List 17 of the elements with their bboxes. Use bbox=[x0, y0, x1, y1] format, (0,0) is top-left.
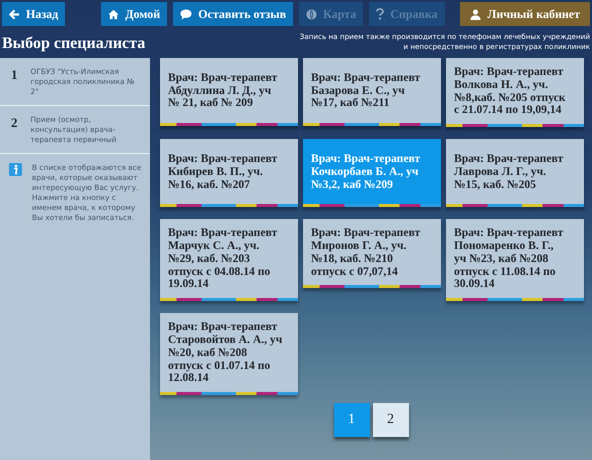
doctor-button[interactable]: Врач: Врач-терапевт Абдуллина Л. Д., уч № 21, каб № 209 bbox=[160, 58, 298, 126]
doctor-button[interactable]: Врач: Врач-терапевт Базарова Е. С., уч №17, каб №211 bbox=[303, 58, 441, 126]
page-title: Выбор специалиста bbox=[2, 35, 146, 53]
account-button[interactable]: Личный кабинет bbox=[460, 2, 590, 26]
toolbar-button[interactable]: Домой bbox=[101, 2, 168, 26]
toolbar-button[interactable]: Назад bbox=[2, 2, 66, 26]
doctor-button[interactable]: Врач: Врач-терапевт Пономаренко В. Г., уч №23, каб №208 отпуск с 11.08.14 по 30.09.14 bbox=[446, 219, 584, 302]
doctor-button[interactable]: Врач: Врач-терапевт Кибирев В. П., уч. №16, каб. №207 bbox=[160, 139, 298, 208]
toolbar-button[interactable]: Оставить отзыв bbox=[173, 2, 294, 26]
doctor-button[interactable]: Врач: Врач-терапевт Старовойтов А. А., уч №20, каб №208 отпуск с 01.07.14 по 12.08.14 bbox=[160, 313, 298, 396]
doctor-button[interactable]: Врач: Врач-терапевт Миронов Г. А., уч. №18, каб. №210 отпуск с 07,07,14 bbox=[303, 219, 441, 288]
step-number: 1 bbox=[11, 67, 18, 84]
step-number: 2 bbox=[11, 115, 18, 132]
doctor-button[interactable]: Врач: Врач-терапевт Лаврова Л. Г., уч. №15, каб. №205 bbox=[446, 139, 584, 208]
doctor-button[interactable]: Врач: Врач-терапевт Волкова Н. А., уч. №8,каб. №205 отпуск с 21.07.14 по 19,09,14 bbox=[446, 58, 584, 128]
doctor-button[interactable]: Врач: Врач-терапевт Марчук С. А., уч. №29, каб. №203 отпуск с 04.08.14 по 19.09.14 bbox=[160, 219, 298, 302]
page-button[interactable]: 2 bbox=[372, 403, 408, 438]
